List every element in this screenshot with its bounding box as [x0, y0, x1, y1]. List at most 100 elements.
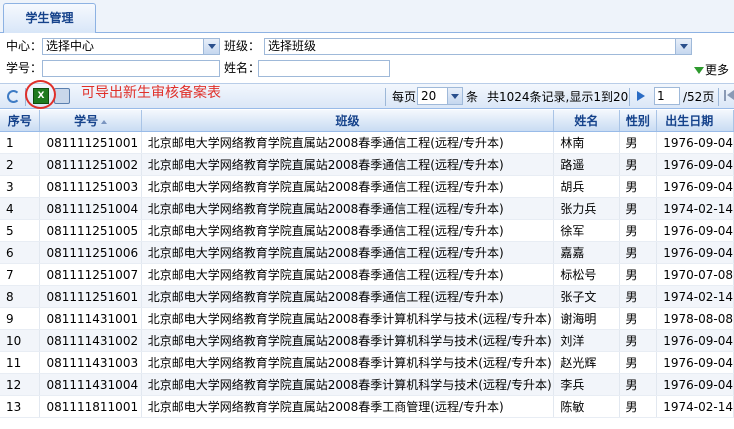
cell-birthdate: 1974-02-14: [656, 285, 734, 308]
center-select[interactable]: 选择中心: [42, 38, 220, 55]
cell-gender: 男: [619, 373, 658, 396]
table-row[interactable]: 5 081111251005 北京邮电大学网络教育学院直属站2008春季通信工程(远…: [0, 219, 734, 242]
cell-class: 北京邮电大学网络教育学院直属站2008春季通信工程(远程/专升本): [141, 219, 555, 242]
chevron-down-icon[interactable]: [675, 39, 691, 54]
cell-student-no: 081111811001: [39, 395, 142, 418]
cell-name: 张子文: [553, 285, 620, 308]
cell-student-no: 081111431004: [39, 373, 142, 396]
tab-student-management[interactable]: 学生管理: [3, 3, 96, 33]
table-row[interactable]: 6 081111251006 北京邮电大学网络教育学院直属站2008春季通信工程(远…: [0, 241, 734, 264]
page-number-input[interactable]: 1: [654, 87, 680, 105]
cell-birthdate: 1976-09-04: [656, 351, 734, 374]
name-input[interactable]: [258, 60, 390, 77]
page-number-value: 1: [657, 89, 665, 103]
cell-name: 路遥: [553, 153, 620, 176]
column-header-student-no[interactable]: 学号: [39, 110, 142, 132]
table-row[interactable]: 3 081111251003 北京邮电大学网络教育学院直属站2008春季通信工程(远…: [0, 175, 734, 198]
cell-birthdate: 1974-02-14: [656, 395, 734, 418]
cell-class: 北京邮电大学网络教育学院直属站2008春季通信工程(远程/专升本): [141, 197, 555, 220]
cell-class: 北京邮电大学网络教育学院直属站2008春季计算机科学与技术(远程/专升本): [141, 307, 555, 330]
cell-name: 李兵: [553, 373, 620, 396]
cell-student-no: 081111431003: [39, 351, 142, 374]
cell-name: 标松号: [553, 263, 620, 286]
cell-index: 2: [0, 153, 41, 176]
export-annotation: 可导出新生审核备案表: [81, 85, 221, 101]
cell-gender: 男: [619, 241, 658, 264]
record-summary: 共1024条记录,显示1到20: [487, 90, 629, 104]
per-page-unit: 条: [466, 90, 479, 104]
cell-birthdate: 1976-09-04: [656, 175, 734, 198]
cell-gender: 男: [619, 153, 658, 176]
cell-student-no: 081111251601: [39, 285, 142, 308]
column-header-gender[interactable]: 性别: [619, 110, 658, 132]
table-row[interactable]: 2 081111251002 北京邮电大学网络教育学院直属站2008春季通信工程(远…: [0, 153, 734, 176]
name-label: 姓名：: [224, 61, 261, 75]
cell-index: 1: [0, 131, 41, 154]
table-row[interactable]: 9 081111431001 北京邮电大学网络教育学院直属站2008春季计算机科学与…: [0, 307, 734, 330]
student-no-input[interactable]: [42, 60, 220, 77]
cell-student-no: 081111251004: [39, 197, 142, 220]
toolbar-separator: [385, 88, 386, 106]
next-page-icon[interactable]: [637, 91, 645, 101]
column-header-index[interactable]: 序号: [0, 110, 41, 132]
cell-name: 谢海明: [553, 307, 620, 330]
cell-birthdate: 1976-09-04: [656, 219, 734, 242]
table-row[interactable]: 12 081111431004 北京邮电大学网络教育学院直属站2008春季计算机科学…: [0, 373, 734, 396]
student-table: 序号 学号 班级 姓名 性别 出生日期 1 081111251001 北京邮电大学网…: [0, 110, 734, 418]
cell-gender: 男: [619, 329, 658, 352]
cell-gender: 男: [619, 131, 658, 154]
cell-name: 张力兵: [553, 197, 620, 220]
cell-name: 嘉嘉: [553, 241, 620, 264]
cell-class: 北京邮电大学网络教育学院直属站2008春季通信工程(远程/专升本): [141, 285, 555, 308]
cell-index: 8: [0, 285, 41, 308]
cell-student-no: 081111431002: [39, 329, 142, 352]
cell-index: 5: [0, 219, 41, 242]
cell-student-no: 081111251003: [39, 175, 142, 198]
toolbar-separator: [718, 88, 719, 106]
chevron-down-icon[interactable]: [203, 39, 219, 54]
page-size-select[interactable]: 20: [417, 87, 463, 105]
cell-class: 北京邮电大学网络教育学院直属站2008春季通信工程(远程/专升本): [141, 175, 555, 198]
cell-birthdate: 1976-09-04: [656, 241, 734, 264]
last-page-icon[interactable]: [724, 90, 734, 101]
refresh-icon[interactable]: [7, 90, 20, 103]
column-header-student-no-label: 学号: [74, 114, 99, 128]
column-header-class[interactable]: 班级: [141, 110, 555, 132]
table-row[interactable]: 13 081111811001 北京邮电大学网络教育学院直属站2008春季工商管理(…: [0, 395, 734, 418]
cell-gender: 男: [619, 307, 658, 330]
print-icon[interactable]: [54, 88, 70, 104]
table-row[interactable]: 7 081111251007 北京邮电大学网络教育学院直属站2008春季通信工程(远…: [0, 263, 734, 286]
table-row[interactable]: 4 081111251004 北京邮电大学网络教育学院直属站2008春季通信工程(远…: [0, 197, 734, 220]
table-row[interactable]: 10 081111431002 北京邮电大学网络教育学院直属站2008春季计算机科学…: [0, 329, 734, 352]
cell-class: 北京邮电大学网络教育学院直属站2008春季计算机科学与技术(远程/专升本): [141, 329, 555, 352]
page-size-value: 20: [421, 89, 437, 103]
cell-name: 陈敏: [553, 395, 620, 418]
column-header-name[interactable]: 姓名: [553, 110, 620, 132]
cell-index: 4: [0, 197, 41, 220]
cell-name: 林南: [553, 131, 620, 154]
cell-student-no: 081111251007: [39, 263, 142, 286]
more-button[interactable]: 更多: [694, 62, 729, 78]
cell-birthdate: 1970-07-08: [656, 263, 734, 286]
cell-class: 北京邮电大学网络教育学院直属站2008春季通信工程(远程/专升本): [141, 131, 555, 154]
table-row[interactable]: 8 081111251601 北京邮电大学网络教育学院直属站2008春季通信工程(远…: [0, 285, 734, 308]
cell-name: 赵光辉: [553, 351, 620, 374]
table-row[interactable]: 11 081111431003 北京邮电大学网络教育学院直属站2008春季计算机科学…: [0, 351, 734, 374]
cell-name: 刘洋: [553, 329, 620, 352]
table-row[interactable]: 1 081111251001 北京邮电大学网络教育学院直属站2008春季通信工程(远…: [0, 131, 734, 154]
cell-class: 北京邮电大学网络教育学院直属站2008春季通信工程(远程/专升本): [141, 263, 555, 286]
cell-birthdate: 1976-09-04: [656, 329, 734, 352]
cell-index: 13: [0, 395, 41, 418]
column-header-birthdate[interactable]: 出生日期: [656, 110, 734, 132]
class-select[interactable]: 选择班级: [264, 38, 692, 55]
cell-class: 北京邮电大学网络教育学院直属站2008春季计算机科学与技术(远程/专升本): [141, 373, 555, 396]
chevron-down-icon[interactable]: [447, 88, 462, 104]
cell-birthdate: 1978-08-08: [656, 307, 734, 330]
cell-class: 北京邮电大学网络教育学院直属站2008春季计算机科学与技术(远程/专升本): [141, 351, 555, 374]
cell-gender: 男: [619, 197, 658, 220]
center-select-value: 选择中心: [46, 39, 95, 53]
cell-class: 北京邮电大学网络教育学院直属站2008春季通信工程(远程/专升本): [141, 241, 555, 264]
cell-class: 北京邮电大学网络教育学院直属站2008春季通信工程(远程/专升本): [141, 153, 555, 176]
sort-asc-icon: [101, 119, 108, 124]
table-header-row: 序号 学号 班级 姓名 性别 出生日期: [0, 110, 734, 132]
